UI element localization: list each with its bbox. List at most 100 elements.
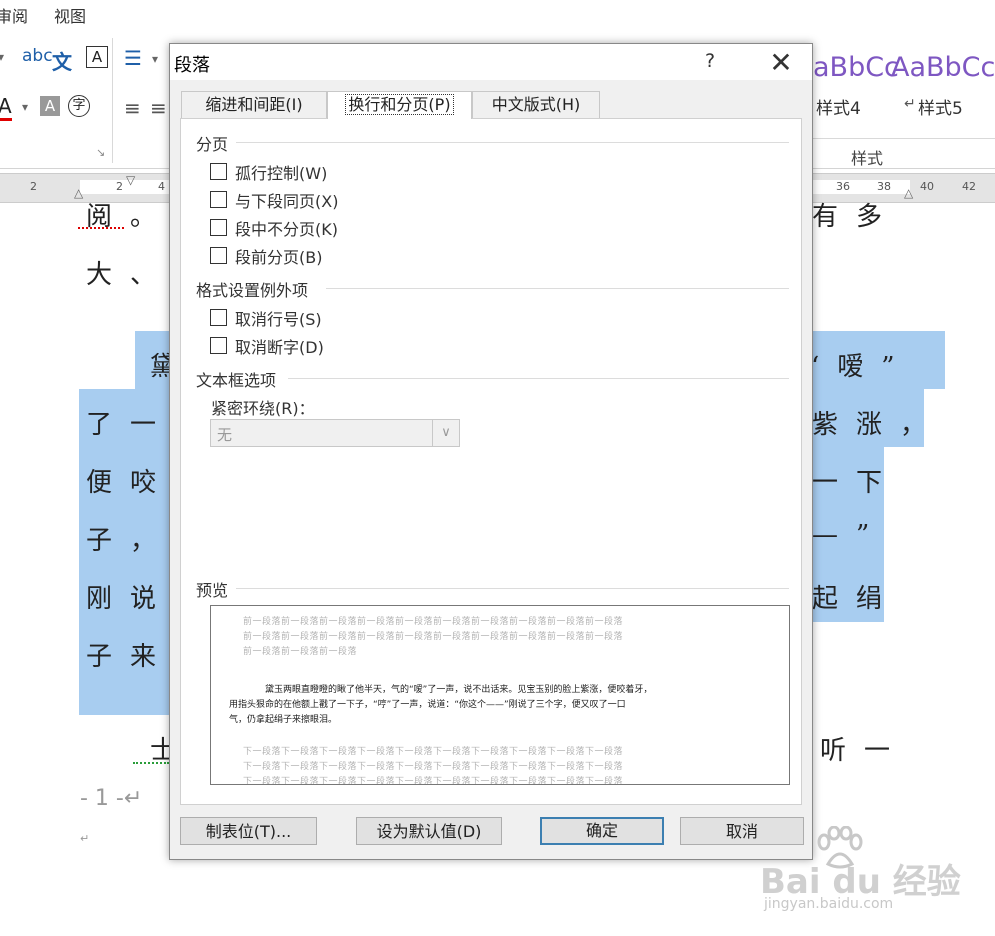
page-number: - 1 -↵ bbox=[80, 786, 143, 811]
ruler-number: 36 bbox=[836, 180, 850, 193]
preview-line: 黛玉两眼直瞪瞪的瞅了他半天，气的“嗳”了一声，说不出话来。见宝玉别的脸上紫涨，便… bbox=[265, 685, 653, 695]
widow-control-checkbox[interactable] bbox=[210, 163, 227, 180]
menu-view[interactable]: 视图 bbox=[54, 3, 86, 27]
close-button[interactable]: ✕ bbox=[766, 46, 796, 79]
textbox-section-title: 文本框选项 bbox=[196, 371, 277, 390]
char-shading-icon[interactable]: A bbox=[40, 96, 60, 116]
style-name-4: 样式4 bbox=[816, 99, 861, 119]
preview-line: 下一段落下一段落下一段落下一段落下一段落下一段落下一段落下一段落下一段落下一段落 bbox=[243, 747, 624, 757]
preview-line: 前一段落前一段落前一段落前一段落前一段落前一段落前一段落前一段落前一段落前一段落 bbox=[243, 617, 624, 627]
align-center-icon[interactable]: ≡ bbox=[150, 96, 167, 120]
keep-with-next-label[interactable]: 与下段同页(X) bbox=[235, 188, 338, 212]
tab-label: 换行和分页(P) bbox=[345, 94, 454, 115]
tab-asian-typography[interactable]: 中文版式(H) bbox=[472, 91, 600, 118]
ruler-number: 2 bbox=[30, 180, 37, 193]
tight-wrap-label: 紧密环绕(R)： bbox=[211, 399, 315, 418]
paragraph-dialog: 段落 ? ✕ 缩进和间距(I) 换行和分页(P) 中文版式(H) 分页 孤行控制… bbox=[169, 43, 813, 860]
dialog-titlebar[interactable]: 段落 ? ✕ bbox=[170, 44, 812, 80]
no-hyphenation-checkbox[interactable] bbox=[210, 337, 227, 354]
help-button[interactable]: ? bbox=[698, 50, 722, 72]
section-divider bbox=[236, 142, 789, 143]
section-divider bbox=[326, 288, 789, 289]
first-line-indent-marker-icon[interactable]: ▽ bbox=[126, 173, 135, 187]
doc-line-left: 便咬 bbox=[86, 468, 175, 498]
menu-review[interactable]: 审阅 bbox=[0, 3, 28, 27]
ribbon-divider bbox=[112, 38, 113, 163]
preview-line: 下一段落下一段落下一段落下一段落下一段落下一段落下一段落下一段落下一段落下一段落 bbox=[243, 777, 624, 785]
preview-next-paragraph: 下一段落下一段落下一段落下一段落下一段落下一段落下一段落下一段落下一段落下一段落… bbox=[243, 745, 624, 785]
phonetic-guide-icon[interactable]: abc bbox=[22, 46, 53, 66]
ruler-number: 42 bbox=[962, 180, 976, 193]
preview-box: 前一段落前一段落前一段落前一段落前一段落前一段落前一段落前一段落前一段落前一段落… bbox=[210, 605, 790, 785]
doc-line-left: 刚说 bbox=[86, 584, 175, 614]
tab-label: 中文版式(H) bbox=[491, 95, 581, 114]
style-sample-5[interactable]: AaBbCc bbox=[891, 52, 995, 83]
grammar-underline bbox=[133, 761, 169, 764]
widow-control-label[interactable]: 孤行控制(W) bbox=[235, 160, 327, 184]
preview-section-title: 预览 bbox=[196, 581, 229, 600]
spellcheck-underline bbox=[78, 226, 124, 229]
doc-line-right: “嗳” bbox=[806, 352, 913, 382]
dropdown-value: 无 bbox=[217, 426, 233, 444]
pagination-section-title: 分页 bbox=[196, 135, 229, 154]
ok-button[interactable]: 确定 bbox=[540, 817, 664, 845]
dialog-launcher-icon[interactable]: ↘ bbox=[96, 146, 105, 159]
preview-line: 下一段落下一段落下一段落下一段落下一段落下一段落下一段落下一段落下一段落下一段落 bbox=[243, 762, 624, 772]
style-name-5: 样式5 bbox=[918, 99, 963, 119]
keep-lines-together-label[interactable]: 段中不分页(K) bbox=[235, 216, 338, 240]
tab-line-page-breaks[interactable]: 换行和分页(P) bbox=[327, 91, 472, 119]
doc-line-right: 一下 bbox=[812, 468, 901, 498]
tab-indents-spacing[interactable]: 缩进和间距(I) bbox=[181, 91, 327, 118]
exceptions-section-title: 格式设置例外项 bbox=[196, 281, 309, 300]
ruler-number: 4 bbox=[158, 180, 165, 193]
styles-group-label: 样式 bbox=[851, 149, 884, 168]
doc-line-left: 子来 bbox=[86, 642, 175, 672]
dialog-title: 段落 bbox=[174, 55, 210, 76]
page-break-before-label[interactable]: 段前分页(B) bbox=[235, 244, 322, 268]
enclosed-char-icon[interactable]: 字 bbox=[68, 95, 90, 117]
dropdown-arrow-icon[interactable]: ▾ bbox=[0, 50, 4, 64]
chevron-down-icon[interactable]: ▾ bbox=[152, 52, 158, 66]
suppress-line-numbers-checkbox[interactable] bbox=[210, 309, 227, 326]
keep-with-next-checkbox[interactable] bbox=[210, 191, 227, 208]
preview-line: 前一段落前一段落前一段落 bbox=[243, 647, 358, 657]
watermark: Bai du 经验 jingyan.baidu.com bbox=[756, 822, 986, 932]
suppress-line-numbers-label[interactable]: 取消行号(S) bbox=[235, 306, 322, 330]
preview-sample-paragraph: 黛玉两眼直瞪瞪的瞅了他半天，气的“嗳”了一声，说不出话来。见宝玉别的脸上紫涨，便… bbox=[229, 683, 652, 728]
chevron-down-icon[interactable]: ∨ bbox=[432, 420, 459, 446]
preview-line: 气，仍拿起绢子来擦眼泪。 bbox=[229, 715, 338, 725]
bullets-icon[interactable]: ☰ bbox=[124, 46, 142, 70]
align-left-icon[interactable]: ≡ bbox=[124, 96, 141, 120]
keep-lines-together-checkbox[interactable] bbox=[210, 219, 227, 236]
doc-line-left: 了一 bbox=[86, 410, 175, 440]
doc-line-left: 大、 bbox=[86, 260, 175, 290]
style-sample-4[interactable]: aBbCc bbox=[813, 52, 899, 83]
tab-label: 缩进和间距(I) bbox=[205, 95, 303, 114]
wen-icon[interactable]: 文 bbox=[52, 46, 72, 75]
preview-line: 用指头狠命的在他额上戳了一下子，“哼”了一声，说道：“你这个——”刚说了三个字，… bbox=[229, 700, 626, 710]
paragraph-mark: ↵ bbox=[80, 832, 90, 845]
preview-line: 前一段落前一段落前一段落前一段落前一段落前一段落前一段落前一段落前一段落前一段落 bbox=[243, 632, 624, 642]
tab-panel: 分页 孤行控制(W) 与下段同页(X) 段中不分页(K) 段前分页(B) 格式设… bbox=[180, 118, 802, 805]
tight-wrap-dropdown[interactable]: 无 ∨ bbox=[210, 419, 460, 447]
ruler-number: 40 bbox=[920, 180, 934, 193]
char-border-icon[interactable]: A bbox=[86, 46, 108, 68]
left-indent-marker-icon[interactable]: △ bbox=[74, 186, 83, 200]
doc-line-left: 子， bbox=[86, 526, 175, 556]
preview-previous-paragraph: 前一段落前一段落前一段落前一段落前一段落前一段落前一段落前一段落前一段落前一段落… bbox=[243, 615, 623, 660]
ruler-number: 2 bbox=[116, 180, 123, 193]
doc-line-right: —” bbox=[812, 520, 888, 550]
font-color-icon[interactable]: A bbox=[0, 94, 12, 121]
section-divider bbox=[236, 588, 789, 589]
chevron-down-icon[interactable]: ▾ bbox=[22, 100, 28, 114]
doc-line-right: 起绢 bbox=[812, 584, 901, 614]
para-mark-icon: ↵ bbox=[904, 96, 916, 112]
tabs-button[interactable]: 制表位(T)... bbox=[180, 817, 317, 845]
set-default-button[interactable]: 设为默认值(D) bbox=[356, 817, 502, 845]
doc-line-right: 有多 bbox=[812, 202, 901, 232]
ribbon-divider bbox=[811, 138, 995, 139]
right-indent-marker-icon[interactable]: △ bbox=[904, 186, 913, 200]
ruler-number: 38 bbox=[877, 180, 891, 193]
page-break-before-checkbox[interactable] bbox=[210, 247, 227, 264]
no-hyphenation-label[interactable]: 取消断字(D) bbox=[235, 334, 324, 358]
